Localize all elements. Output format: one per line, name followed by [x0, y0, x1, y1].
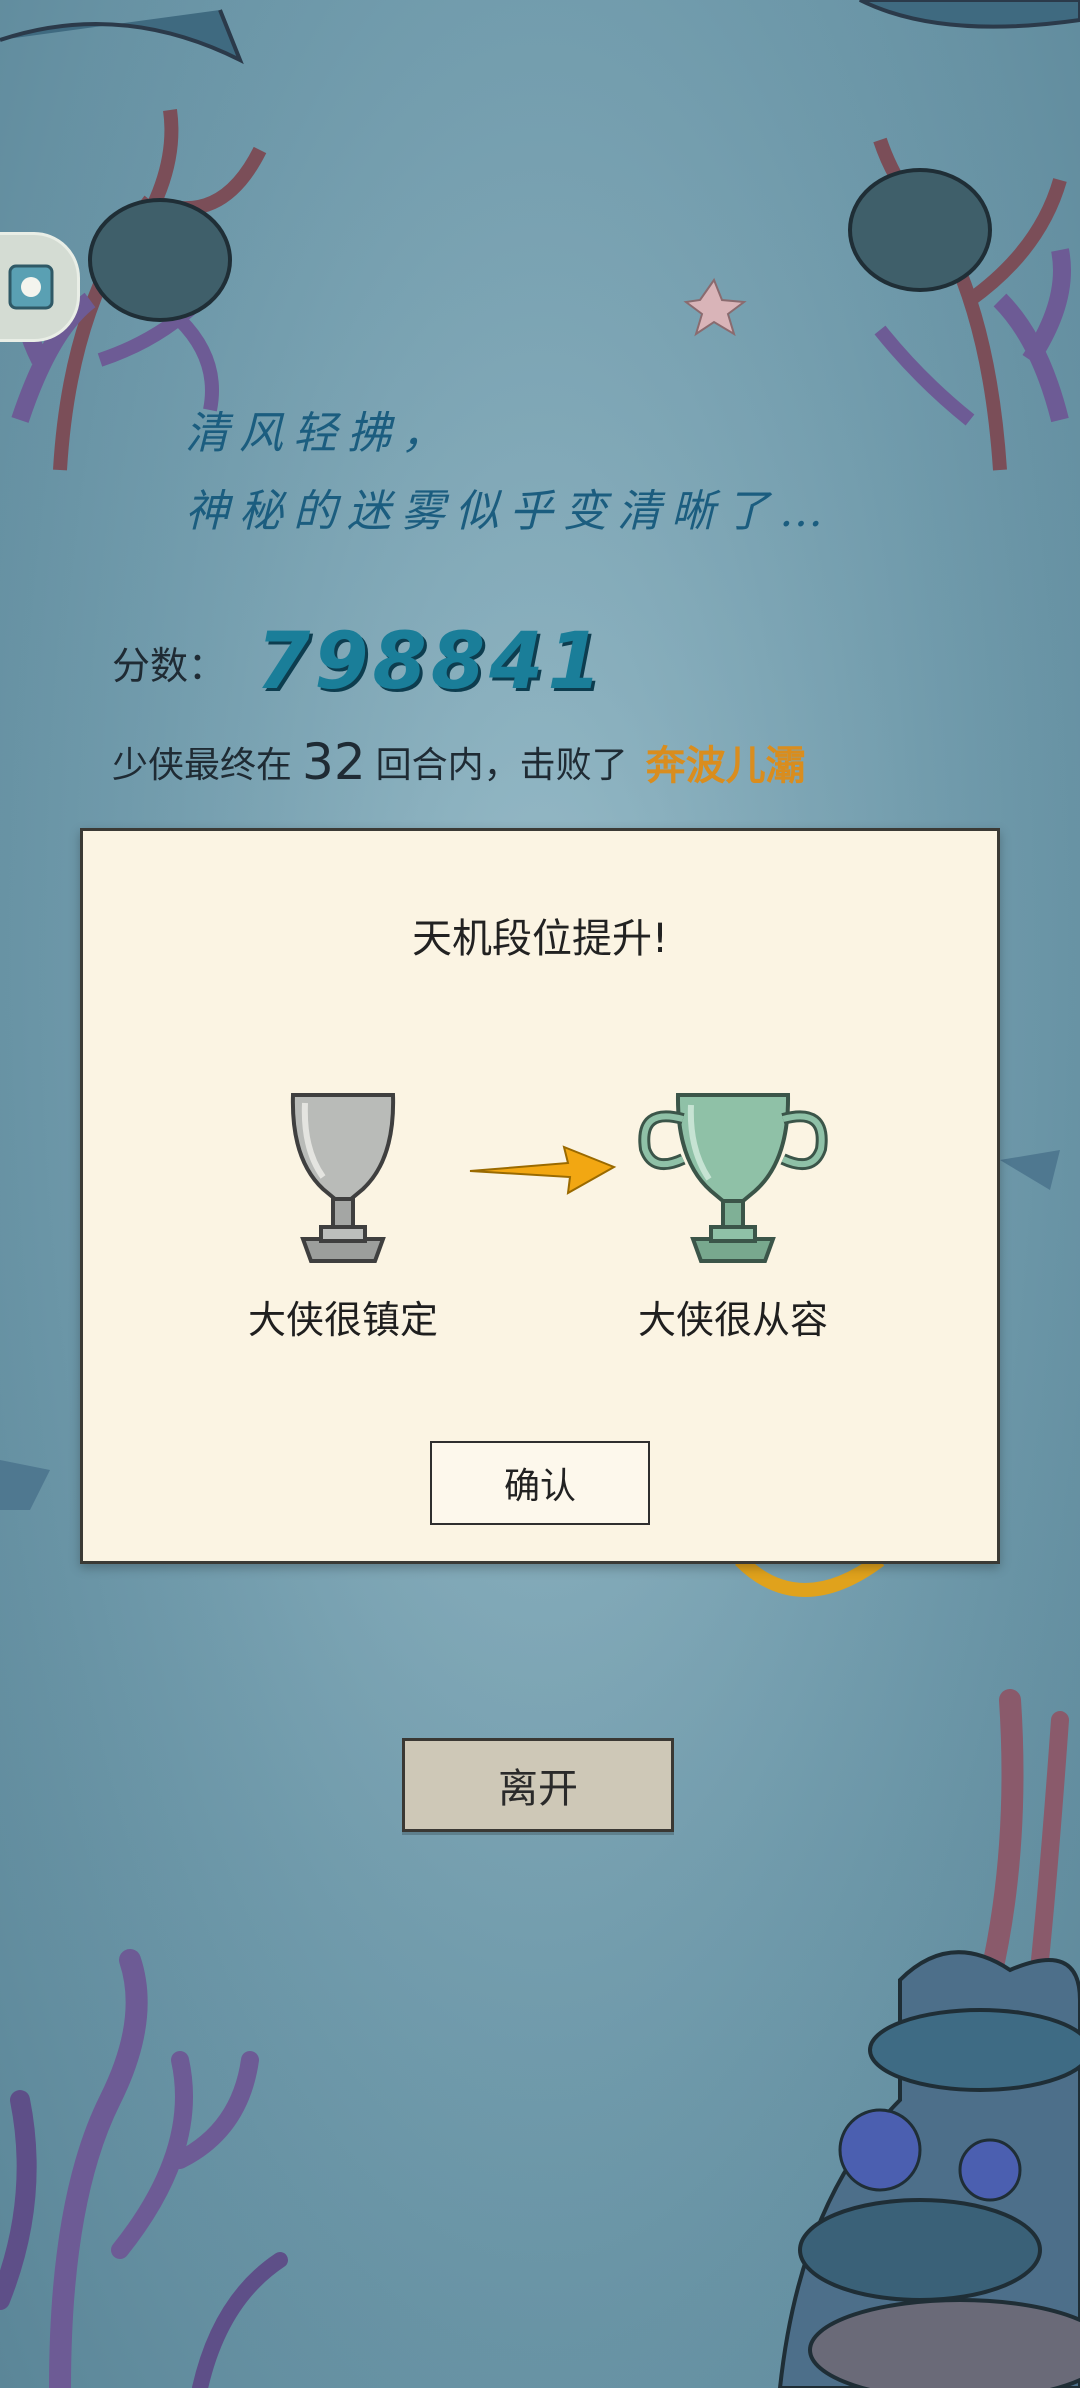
rank-up-dialog: 天机段位提升! 大侠很镇定 大侠很从容 确认	[80, 828, 1000, 1564]
silver-trophy-icon	[290, 1093, 396, 1263]
from-rank-label: 大侠很镇定	[247, 1298, 438, 1342]
score-label: 分数：	[112, 643, 227, 688]
confirm-button[interactable]: 确认	[430, 1441, 650, 1525]
battle-result: 少侠最终在 32 回合内，击败了 奔波儿灞	[112, 722, 806, 802]
confirm-button-label: 确认	[503, 1466, 576, 1507]
arrow-right-icon	[469, 1145, 617, 1195]
round-count: 32	[302, 733, 366, 791]
result-middle: 回合内，击败了	[375, 745, 628, 786]
result-prefix: 少侠最终在	[112, 745, 293, 786]
poem-line-2: 神秘的迷雾似乎变清晰了…	[185, 486, 833, 537]
dialog-title: 天机段位提升!	[411, 916, 669, 962]
score-value: 798841	[256, 617, 606, 707]
side-floating-badge[interactable]	[0, 232, 80, 342]
leave-button-label: 离开	[498, 1766, 578, 1812]
poem-text: 清风轻拂， 神秘的迷雾似乎变清晰了…	[185, 395, 985, 551]
to-rank-label: 大侠很从容	[637, 1298, 828, 1342]
score-row: 分数： 798841	[112, 617, 606, 707]
game-logo-icon	[8, 264, 54, 310]
jade-trophy-icon	[638, 1093, 828, 1263]
poem-line-1: 清风轻拂，	[185, 408, 455, 459]
leave-button[interactable]: 离开	[402, 1738, 674, 1832]
boss-name: 奔波儿灞	[645, 743, 806, 789]
